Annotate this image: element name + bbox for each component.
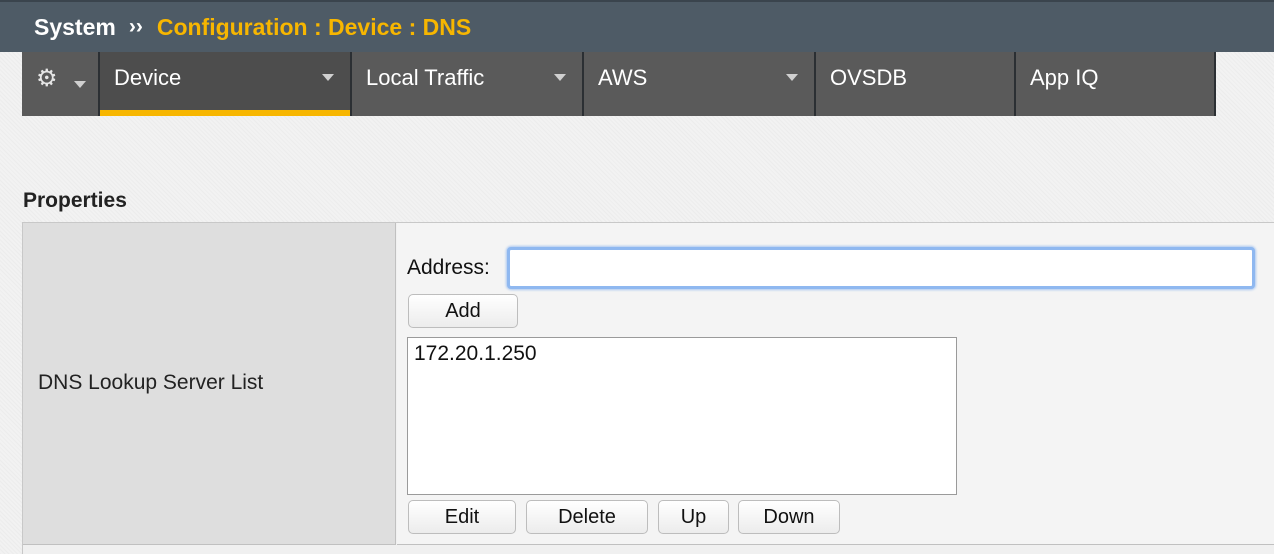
tab-label: Local Traffic	[366, 65, 485, 90]
up-button[interactable]: Up	[658, 500, 729, 534]
tab-label: AWS	[598, 65, 648, 90]
tab-label: Device	[114, 65, 182, 90]
main-tab-bar: ⚙ Device Local Traffic AWS OVSDB App IQ	[22, 52, 1216, 116]
delete-button[interactable]: Delete	[526, 500, 648, 534]
chevron-down-icon	[74, 81, 86, 88]
tab-label: OVSDB	[830, 65, 908, 90]
breadcrumb-root[interactable]: System	[34, 14, 116, 41]
edit-button[interactable]: Edit	[408, 500, 516, 534]
tab-device[interactable]: Device	[100, 52, 352, 116]
add-button[interactable]: Add	[408, 294, 518, 328]
dns-server-list[interactable]: 172.20.1.250	[407, 337, 957, 495]
chevron-down-icon	[554, 74, 566, 81]
section-title: Properties	[23, 189, 127, 212]
tab-local-traffic[interactable]: Local Traffic	[352, 52, 584, 116]
chevron-down-icon	[322, 74, 334, 81]
tab-label: App IQ	[1030, 65, 1099, 90]
row-value-cell: Address: Add 172.20.1.250 Edit Delete Up…	[397, 223, 1274, 545]
breadcrumb-path: Configuration : Device : DNS	[156, 13, 472, 40]
gear-icon: ⚙	[36, 65, 58, 92]
chevron-down-icon	[786, 74, 798, 81]
list-item[interactable]: 172.20.1.250	[408, 338, 956, 366]
tab-settings-menu[interactable]: ⚙	[22, 52, 100, 116]
properties-table: DNS Lookup Server List Address: Add 172.…	[22, 222, 1274, 554]
down-button[interactable]: Down	[738, 500, 840, 534]
breadcrumb: System ›› Configuration : Device : DNS	[0, 0, 1274, 52]
tab-aws[interactable]: AWS	[584, 52, 816, 116]
address-input[interactable]	[507, 247, 1255, 289]
tab-ovsdb[interactable]: OVSDB	[816, 52, 1016, 116]
row-label-cell: DNS Lookup Server List	[23, 223, 396, 545]
dns-lookup-label: DNS Lookup Server List	[38, 371, 264, 394]
address-label: Address:	[407, 256, 490, 279]
breadcrumb-separator: ››	[128, 15, 143, 38]
tab-app-iq[interactable]: App IQ	[1016, 52, 1216, 116]
